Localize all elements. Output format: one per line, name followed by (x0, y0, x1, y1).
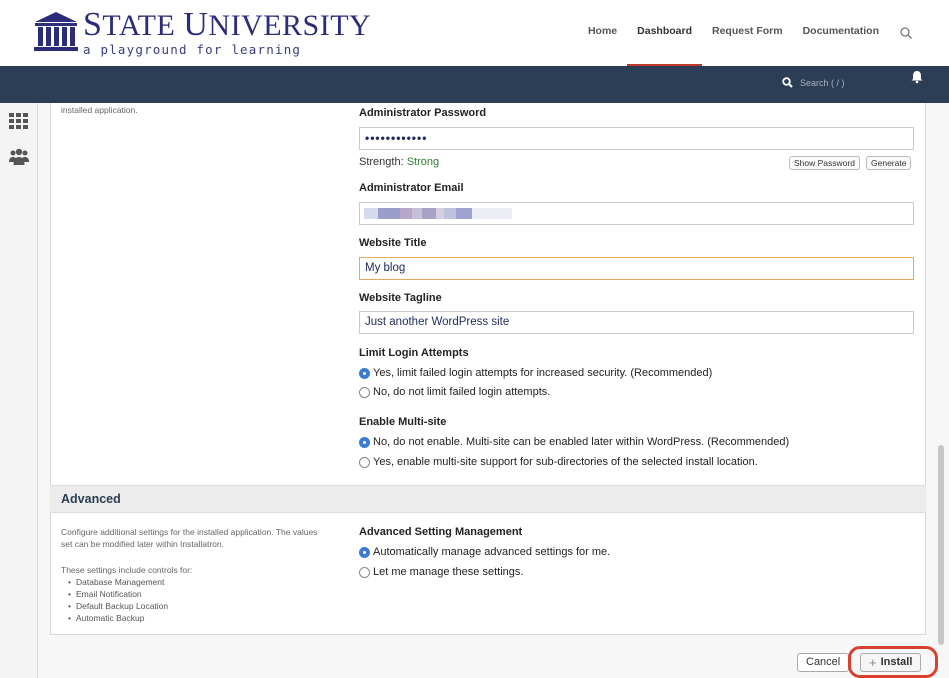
list-item: Email Notification (68, 588, 168, 600)
section-note: installed application. (61, 105, 138, 115)
radio-selected[interactable] (359, 367, 370, 379)
password-strength: Strength: Strong (359, 156, 440, 168)
strength-value: Strong (406, 156, 440, 168)
show-password-button[interactable]: Show Password (789, 156, 860, 170)
admin-password-input[interactable]: •••••••••••• (359, 127, 914, 150)
advanced-description: Configure additional settings for the in… (61, 527, 318, 549)
search-icon (782, 77, 793, 88)
admin-email-label: Administrator Email (359, 182, 464, 194)
limit-login-yes-option[interactable]: Yes, limit failed login attempts for inc… (359, 367, 712, 379)
multisite-no-option[interactable]: No, do not enable. Multi-site can be ena… (359, 436, 789, 448)
website-title-label: Website Title (359, 237, 427, 249)
nav-dashboard[interactable]: Dashboard (627, 0, 702, 66)
university-logo[interactable]: STATE UNIVERSITY a playground for learni… (33, 6, 372, 57)
toolbar-search[interactable]: Search ( / ) (782, 77, 845, 88)
radio-selected[interactable] (359, 436, 370, 448)
advanced-section-header[interactable]: Advanced (50, 485, 926, 513)
columns-building-icon (34, 12, 78, 51)
install-button[interactable]: + Install (860, 653, 922, 672)
generate-password-button[interactable]: Generate (866, 156, 912, 170)
app-toolbar: Search ( / ) (0, 66, 949, 103)
left-rail (0, 103, 38, 678)
install-label: Install (880, 656, 913, 668)
nav-documentation[interactable]: Documentation (803, 0, 879, 66)
advanced-controls-list: Database Management Email Notification D… (68, 576, 168, 624)
logo-title: STATE UNIVERSITY (83, 6, 372, 43)
site-header: STATE UNIVERSITY a playground for learni… (0, 0, 949, 66)
cancel-button[interactable]: Cancel (797, 653, 850, 672)
multisite-yes-option[interactable]: Yes, enable multi-site support for sub-d… (359, 456, 758, 468)
limit-login-label: Limit Login Attempts (359, 347, 469, 359)
main-nav: Home Dashboard Request Form Documentatio… (568, 0, 913, 66)
search-icon[interactable] (899, 26, 913, 40)
list-item: Database Management (68, 576, 168, 588)
plus-icon: + (869, 655, 877, 670)
list-item: Default Backup Location (68, 600, 168, 612)
website-tagline-label: Website Tagline (359, 292, 442, 304)
advanced-manual-option[interactable]: Let me manage these settings. (359, 566, 523, 578)
advanced-auto-option[interactable]: Automatically manage advanced settings f… (359, 546, 610, 558)
multisite-label: Enable Multi-site (359, 416, 447, 428)
limit-login-no-option[interactable]: No, do not limit failed login attempts. (359, 386, 550, 398)
website-title-input[interactable]: My blog (359, 257, 914, 280)
list-item: Automatic Backup (68, 612, 168, 624)
users-group-icon[interactable] (8, 147, 30, 167)
logo-subtitle: a playground for learning (83, 42, 302, 57)
scrollbar-thumb[interactable] (938, 445, 944, 645)
admin-password-label: Administrator Password (359, 107, 487, 119)
website-tagline-input[interactable]: Just another WordPress site (359, 311, 914, 334)
radio-selected[interactable] (359, 546, 370, 558)
bell-icon[interactable] (910, 70, 924, 84)
advanced-management-label: Advanced Setting Management (359, 526, 523, 538)
radio-unselected[interactable] (359, 386, 370, 398)
radio-unselected[interactable] (359, 566, 370, 578)
toolbar-search-label: Search ( / ) (800, 77, 845, 88)
redacted-email-value (364, 208, 512, 219)
advanced-controls-intro: These settings include controls for: (61, 565, 193, 575)
radio-unselected[interactable] (359, 456, 370, 468)
nav-request-form[interactable]: Request Form (712, 0, 783, 66)
apps-grid-icon[interactable] (8, 111, 30, 131)
advanced-title: Advanced (61, 492, 121, 506)
nav-home[interactable]: Home (588, 0, 617, 66)
